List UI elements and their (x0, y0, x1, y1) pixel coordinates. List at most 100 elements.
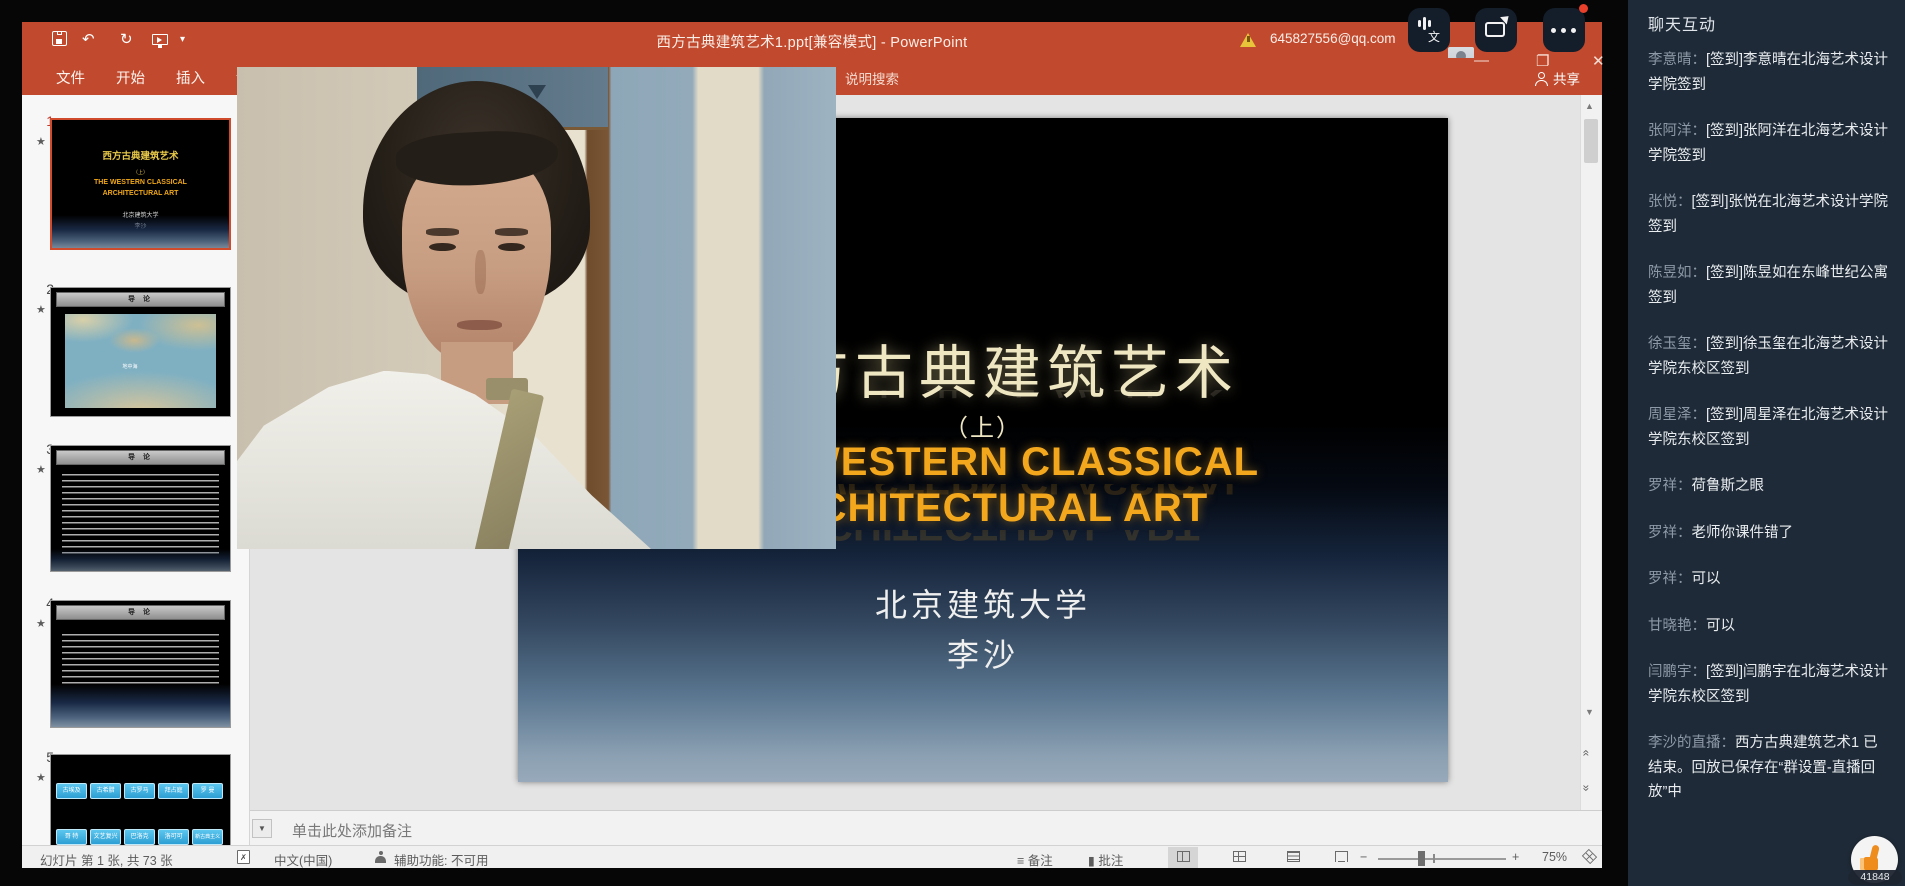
rotate-screen-icon (1485, 22, 1505, 37)
chat-message-list[interactable]: 李意晴：[签到]李意晴在北海艺术设计学院签到 张阿洋：[签到]张阿洋在北海艺术设… (1648, 48, 1890, 827)
thumb5-button: 拜占庭 (158, 783, 188, 799)
chat-message: 甘晓艳：可以 (1648, 614, 1890, 639)
chat-message: 周星泽：[签到]周星泽在北海艺术设计学院东校区签到 (1648, 403, 1890, 452)
presenter-eye (429, 243, 456, 251)
chat-message: 罗祥：可以 (1648, 567, 1890, 592)
thumb2-header: 导 论 (56, 292, 224, 307)
chat-message: 陈昱如：[签到]陈昱如在东峰世纪公寓签到 (1648, 261, 1890, 310)
accessibility-icon (374, 851, 387, 864)
minimize-button[interactable]: — (1474, 52, 1489, 69)
chat-panel: 聊天互动 李意晴：[签到]李意晴在北海艺术设计学院签到 张阿洋：[签到]张阿洋在… (1628, 0, 1905, 886)
status-bar: 幻灯片 第 1 张, 共 73 张 ✗ 中文(中国) 辅助功能: 不可用 ≡ 备… (22, 845, 1602, 868)
reading-view-button[interactable] (1278, 847, 1308, 868)
thumb5-button: 巴洛克 (124, 829, 154, 845)
next-slide-icon[interactable]: » (1579, 785, 1593, 790)
zoom-in-button[interactable]: + (1512, 850, 1519, 864)
rotate-screen-button[interactable] (1475, 8, 1517, 52)
share-button[interactable]: 共享 (1534, 68, 1580, 88)
slide-scrollbar[interactable]: ▲ ▼ « » (1580, 95, 1601, 845)
notes-pane[interactable]: ▼ 单击此处添加备注 (250, 810, 1602, 845)
thumb5-button: 哥 特 (56, 829, 86, 845)
scrollbar-thumb[interactable] (1584, 119, 1598, 163)
scroll-up-icon[interactable]: ▲ (1585, 101, 1594, 111)
presenter-eye (498, 243, 525, 251)
thumb1-title: 西方古典建筑艺术 (52, 148, 229, 162)
tab-insert[interactable]: 插入 (176, 67, 205, 88)
thumb5-button: 古希腊 (90, 783, 120, 799)
comments-toggle[interactable]: ▮ 批注 (1088, 850, 1123, 869)
title-bar: ↶ ↻ ▾ 西方古典建筑艺术1.ppt[兼容模式] - PowerPoint 6… (22, 22, 1602, 58)
voice-to-text-button[interactable]: 文 (1408, 8, 1450, 52)
slide-author: 李沙 (518, 630, 1448, 676)
thumbnail-slide-1[interactable]: 西方古典建筑艺术 （上） THE WESTERN CLASSICAL ARCHI… (50, 118, 231, 250)
thumb5-button: 古罗马 (124, 783, 154, 799)
scroll-down-icon[interactable]: ▼ (1585, 707, 1594, 717)
zoom-out-button[interactable]: − (1360, 850, 1367, 864)
thumb5-button: 洛可可 (158, 829, 188, 845)
chat-message: 徐玉玺：[签到]徐玉玺在北海艺术设计学院东校区签到 (1648, 332, 1890, 381)
animation-star-icon: ★ (36, 617, 46, 630)
tab-home[interactable]: 开始 (116, 67, 145, 88)
tell-me-search[interactable]: 说明搜索 (845, 68, 899, 88)
notes-collapse-icon[interactable]: ▼ (252, 819, 272, 838)
chat-message: 罗祥：荷鲁斯之眼 (1648, 474, 1890, 499)
chat-message: 闫鹏宇：[签到]闫鹏宇在北海艺术设计学院东校区签到 (1648, 660, 1890, 709)
warning-icon (1240, 33, 1256, 47)
slide-thumbnail-panel: 1 ★ 西方古典建筑艺术 （上） THE WESTERN CLASSICAL A… (22, 95, 250, 845)
normal-view-button[interactable] (1168, 847, 1198, 868)
accessibility-status[interactable]: 辅助功能: 不可用 (394, 850, 488, 869)
thumb5-button: 新古典主义 (192, 829, 222, 845)
more-options-button[interactable] (1543, 8, 1585, 52)
thumb1-en2: ARCHITECTURAL ART (52, 190, 229, 197)
chat-message: 张阿洋：[签到]张阿洋在北海艺术设计学院签到 (1648, 119, 1890, 168)
notes-placeholder[interactable]: 单击此处添加备注 (292, 820, 412, 841)
previous-slide-icon[interactable]: « (1579, 750, 1593, 755)
account-email[interactable]: 645827556@qq.com (1270, 31, 1396, 46)
thumb3-header: 导 论 (56, 450, 224, 465)
thumb2-map-label: 地中海 (122, 363, 137, 370)
animation-star-icon: ★ (36, 463, 46, 476)
fit-to-window-button[interactable] (1574, 847, 1604, 868)
thumb1-sub: （上） (52, 169, 229, 176)
thumb4-header: 导 论 (56, 605, 224, 620)
restore-button[interactable]: ❐ (1536, 52, 1549, 70)
presenter-shirt (237, 371, 656, 549)
thumbnail-slide-2[interactable]: 导 论 地中海 (50, 287, 231, 417)
tab-file[interactable]: 文件 (56, 67, 85, 88)
chat-message: 李沙的直播：西方古典建筑艺术1 已结束。回放已保存在“群设置-直播回放”中 (1648, 731, 1890, 805)
webcam-overlay[interactable] (237, 67, 836, 549)
close-button[interactable]: ✕ (1592, 52, 1605, 70)
chat-message: 张悦：[签到]张悦在北海艺术设计学院签到 (1648, 190, 1890, 239)
slide-counter[interactable]: 幻灯片 第 1 张, 共 73 张 (40, 850, 173, 869)
chat-message: 李意晴：[签到]李意晴在北海艺术设计学院签到 (1648, 48, 1890, 97)
thumb5-button: 古埃及 (56, 783, 86, 799)
slide-organization: 北京建筑大学 (518, 580, 1448, 626)
zoom-slider-notch (1433, 854, 1435, 863)
presenter-mouth (457, 320, 502, 330)
chat-message: 罗祥：老师你课件错了 (1648, 521, 1890, 546)
language-status[interactable]: 中文(中国) (274, 850, 332, 869)
spellcheck-icon[interactable]: ✗ (237, 850, 250, 864)
thumb5-button: 文艺复兴 (90, 829, 120, 845)
slideshow-view-button[interactable] (1326, 847, 1356, 868)
chat-header: 聊天互动 (1648, 11, 1716, 35)
animation-star-icon: ★ (36, 771, 46, 784)
more-icon (1551, 28, 1556, 33)
like-count-badge: 41848 (1848, 870, 1902, 885)
thumbnail-slide-5[interactable]: 古埃及 古希腊 古罗马 拜占庭 罗 曼 哥 特 文艺复兴 巴洛克 洛可可 新古典… (50, 754, 231, 845)
thumb1-en1: THE WESTERN CLASSICAL (52, 179, 229, 186)
notes-toggle[interactable]: ≡ 备注 (1017, 850, 1053, 869)
zoom-slider[interactable] (1378, 858, 1506, 860)
animation-star-icon: ★ (36, 303, 46, 316)
voice-to-text-icon: 文 (1428, 28, 1440, 45)
zoom-level[interactable]: 75% (1542, 850, 1567, 864)
share-person-icon (1534, 72, 1548, 86)
thumbnail-slide-4[interactable]: 导 论 (50, 600, 231, 728)
thumb5-button: 罗 曼 (192, 783, 222, 799)
notification-dot (1579, 4, 1588, 13)
zoom-slider-thumb[interactable] (1418, 851, 1425, 866)
thumb2-map-image: 地中海 (65, 314, 215, 409)
animation-star-icon: ★ (36, 135, 46, 148)
thumbnail-slide-3[interactable]: 导 论 (50, 445, 231, 572)
slide-sorter-view-button[interactable] (1224, 847, 1254, 868)
